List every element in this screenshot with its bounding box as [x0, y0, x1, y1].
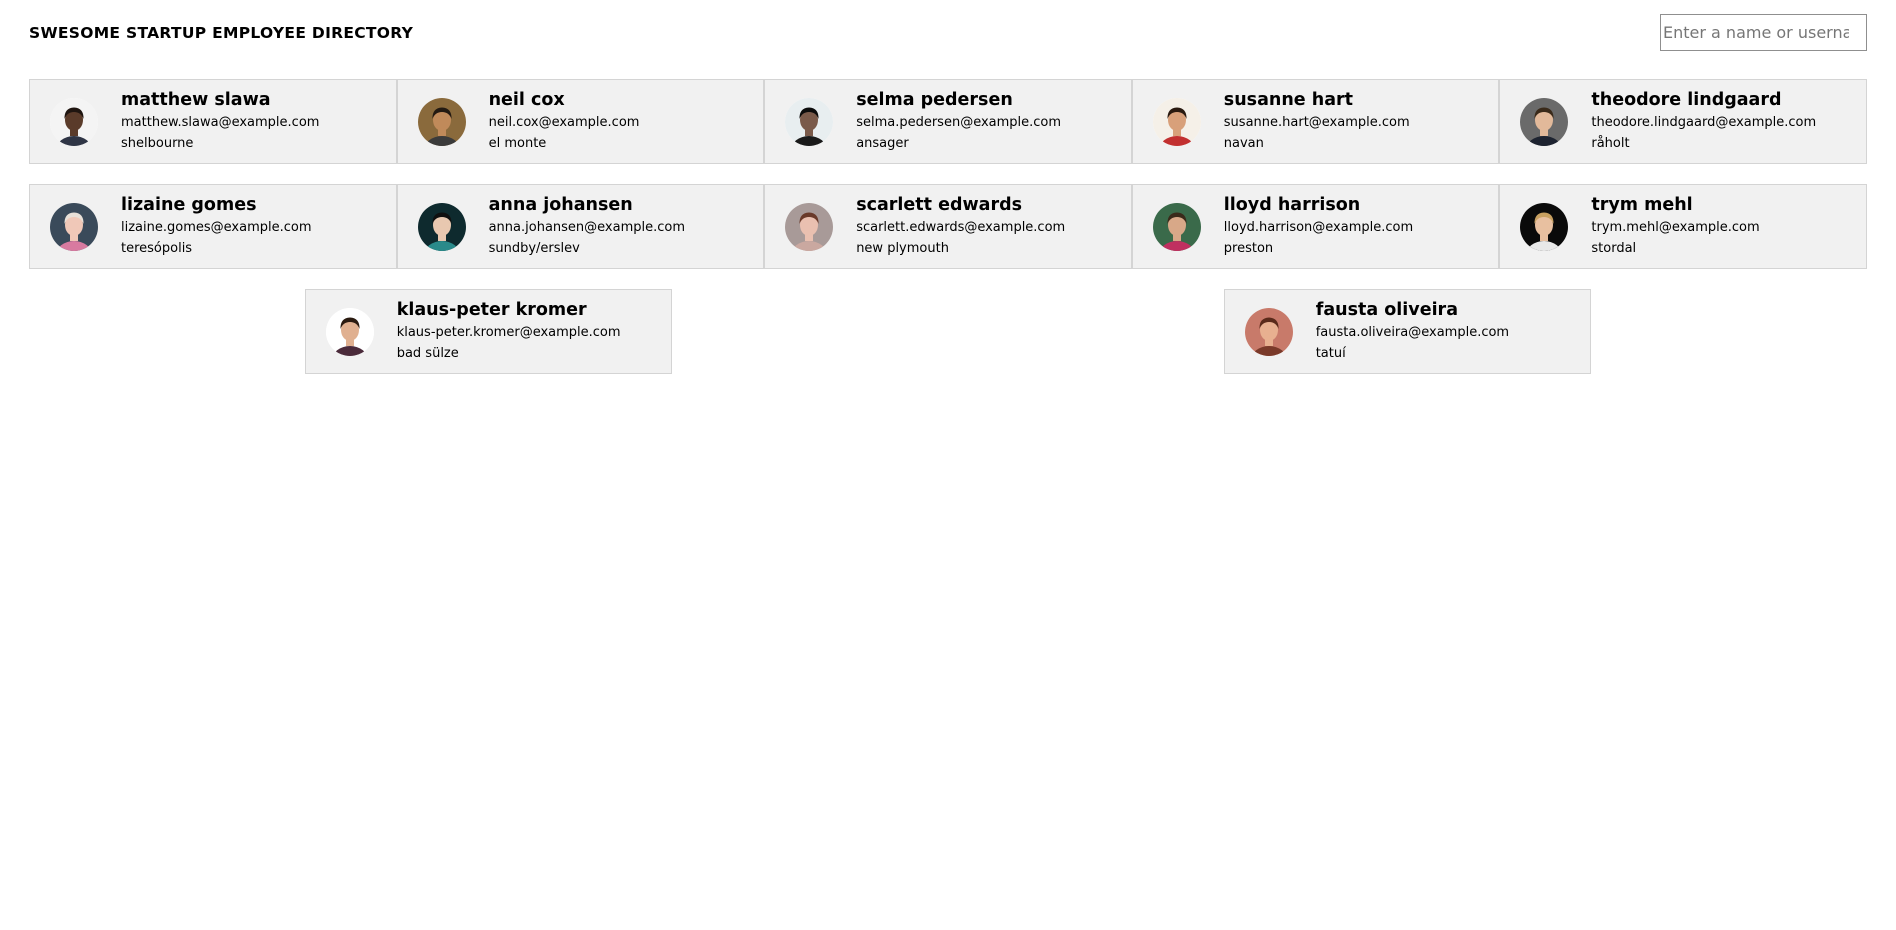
employee-card[interactable]: selma pedersen selma.pedersen@example.com…: [764, 79, 1132, 164]
employee-name: susanne hart: [1223, 90, 1354, 110]
employee-card[interactable]: lizaine gomes lizaine.gomes@example.com te…: [29, 184, 397, 269]
employee-card[interactable]: klaus-peter kromer klaus-peter.kromer@exa…: [304, 289, 673, 374]
employee-email: lloyd.harrison@example.com: [1223, 220, 1414, 235]
employee-info: lizaine gomes lizaine.gomes@example.com te…: [121, 193, 312, 259]
employee-avatar: [417, 203, 466, 251]
employee-email: lizaine.gomes@example.com: [121, 220, 312, 235]
employee-card[interactable]: susanne hart susanne.hart@example.com nava…: [1131, 79, 1500, 164]
person-avatar-icon: [50, 203, 98, 251]
employee-info: trym mehl trym.mehl@example.com stordal: [1591, 193, 1759, 259]
employee-card[interactable]: theodore lindgaard theodore.lindgaard@exa…: [1499, 79, 1867, 164]
person-avatar-icon: [1152, 98, 1201, 146]
person-avatar-icon: [417, 203, 466, 251]
employee-name: lloyd harrison: [1223, 195, 1361, 215]
employee-card[interactable]: anna johansen anna.johansen@example.com su…: [396, 184, 765, 269]
employee-name: klaus-peter kromer: [396, 300, 587, 320]
employee-email: neil.cox@example.com: [488, 115, 640, 130]
employee-card[interactable]: trym mehl trym.mehl@example.com stordal: [1499, 184, 1867, 269]
employee-avatar: [785, 98, 834, 146]
employee-avatar: [50, 98, 98, 146]
employee-email: matthew.slawa@example.com: [121, 115, 320, 130]
employee-name: theodore lindgaard: [1591, 90, 1782, 110]
employee-name: selma pedersen: [856, 90, 1013, 110]
person-avatar-icon: [417, 98, 466, 146]
employee-info: theodore lindgaard theodore.lindgaard@exa…: [1591, 88, 1816, 154]
employee-gallery: matthew slawa matthew.slawa@example.com sh…: [29, 79, 1867, 374]
employee-info: susanne hart susanne.hart@example.com nava…: [1224, 88, 1410, 154]
person-avatar-icon: [1520, 98, 1569, 146]
employee-email: scarlett.edwards@example.com: [856, 220, 1066, 235]
employee-name: anna johansen: [488, 195, 633, 215]
person-avatar-icon: [1152, 203, 1201, 251]
employee-name: trym mehl: [1591, 195, 1693, 215]
employee-email: susanne.hart@example.com: [1223, 115, 1410, 130]
employee-name: scarlett edwards: [856, 195, 1023, 215]
employee-email: trym.mehl@example.com: [1591, 220, 1760, 235]
employee-avatar: [1244, 308, 1293, 356]
employee-info: klaus-peter kromer klaus-peter.kromer@exa…: [397, 298, 621, 364]
search-input[interactable]: [1660, 14, 1867, 51]
employee-city: preston: [1223, 241, 1274, 256]
employee-city: el monte: [488, 136, 547, 151]
employee-info: lloyd harrison lloyd.harrison@example.com…: [1224, 193, 1413, 259]
employee-city: shelbourne: [121, 136, 194, 151]
employee-card[interactable]: lloyd harrison lloyd.harrison@example.com…: [1131, 184, 1500, 269]
employee-card[interactable]: scarlett edwards scarlett.edwards@example…: [764, 184, 1132, 269]
employee-city: teresópolis: [121, 241, 193, 256]
employee-name: neil cox: [488, 90, 565, 110]
employee-city: bad sülze: [396, 346, 459, 361]
employee-info: neil cox neil.cox@example.com el monte: [489, 88, 640, 154]
employee-info: selma pedersen selma.pedersen@example.com…: [856, 88, 1061, 154]
person-avatar-icon: [785, 203, 834, 251]
employee-card[interactable]: neil cox neil.cox@example.com el monte: [396, 79, 765, 164]
employee-avatar: [50, 203, 98, 251]
person-avatar-icon: [785, 98, 834, 146]
employee-name: lizaine gomes: [121, 195, 257, 215]
employee-avatar: [1152, 203, 1201, 251]
employee-email: theodore.lindgaard@example.com: [1591, 115, 1817, 130]
page-title: SWESOME STARTUP EMPLOYEE DIRECTORY: [29, 24, 414, 42]
employee-avatar: [325, 308, 374, 356]
page-header: SWESOME STARTUP EMPLOYEE DIRECTORY: [29, 14, 1867, 54]
employee-city: stordal: [1591, 241, 1637, 256]
employee-city: navan: [1223, 136, 1264, 151]
employee-info: fausta oliveira fausta.oliveira@example.c…: [1316, 298, 1509, 364]
employee-info: matthew slawa matthew.slawa@example.com sh…: [121, 88, 319, 154]
person-avatar-icon: [50, 98, 98, 146]
employee-name: matthew slawa: [121, 90, 271, 110]
employee-city: tatuí: [1315, 346, 1346, 361]
employee-avatar: [1520, 203, 1569, 251]
employee-email: fausta.oliveira@example.com: [1315, 325, 1510, 340]
employee-avatar: [1152, 98, 1201, 146]
employee-email: selma.pedersen@example.com: [856, 115, 1062, 130]
person-avatar-icon: [1520, 203, 1569, 251]
employee-city: new plymouth: [856, 241, 949, 256]
employee-city: ansager: [856, 136, 909, 151]
employee-info: scarlett edwards scarlett.edwards@example…: [856, 193, 1065, 259]
employee-email: anna.johansen@example.com: [488, 220, 686, 235]
employee-city: råholt: [1591, 136, 1630, 151]
employee-name: fausta oliveira: [1315, 300, 1459, 320]
employee-card[interactable]: fausta oliveira fausta.oliveira@example.c…: [1223, 289, 1592, 374]
employee-card[interactable]: matthew slawa matthew.slawa@example.com sh…: [29, 79, 397, 164]
employee-email: klaus-peter.kromer@example.com: [396, 325, 621, 340]
person-avatar-icon: [325, 308, 374, 356]
employee-avatar: [417, 98, 466, 146]
employee-city: sundby/erslev: [488, 241, 580, 256]
person-avatar-icon: [1244, 308, 1293, 356]
employee-info: anna johansen anna.johansen@example.com su…: [489, 193, 685, 259]
employee-avatar: [1520, 98, 1569, 146]
employee-avatar: [785, 203, 834, 251]
